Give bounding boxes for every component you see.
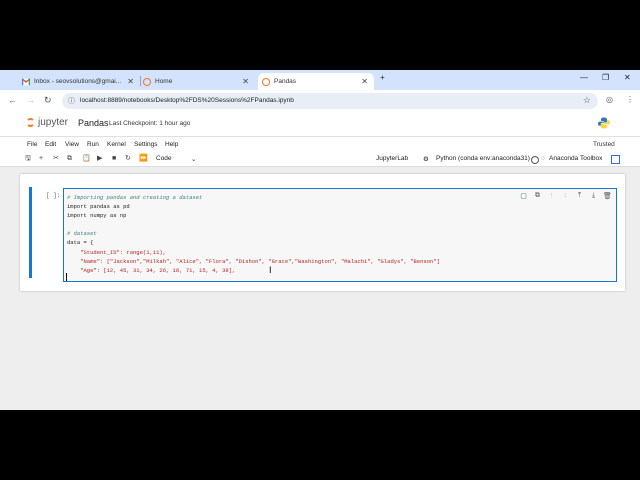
restore-icon[interactable]: ❐ — [602, 73, 609, 82]
menu-settings[interactable]: Settings — [134, 141, 158, 148]
save-icon[interactable]: 🖫 — [25, 155, 31, 163]
new-tab-button[interactable]: + — [380, 73, 385, 82]
extension-icon[interactable]: ◎ — [606, 95, 613, 104]
menu-kernel[interactable]: Kernel — [107, 141, 126, 148]
cell-type-value: Code — [156, 155, 172, 162]
notebook-name[interactable]: Pandas — [78, 118, 109, 128]
run-icon[interactable]: ▶ — [97, 155, 102, 163]
kernel-name[interactable]: Python (conda env:anaconda31) — [436, 155, 530, 162]
chevron-down-icon: ⌄ — [191, 156, 197, 163]
menu-edit[interactable]: Edit — [45, 141, 56, 148]
mouse-cursor-icon: I — [269, 265, 272, 275]
minimize-icon[interactable]: — — [580, 73, 588, 82]
browser-menu-icon[interactable]: ⋮ — [626, 95, 634, 104]
notebook-toolbar: 🖫 + ✂ ⧉ 📋 ▶ ■ ↻ ⏩ Code ⌄ JupyterLab ⚙ Py… — [0, 152, 640, 167]
cell-view-icon[interactable]: ▢ — [519, 192, 528, 200]
close-icon[interactable]: ✕ — [127, 77, 134, 86]
code-line: data = { — [67, 239, 94, 247]
active-cell-indicator — [29, 187, 32, 278]
back-icon[interactable]: ← — [8, 95, 17, 105]
close-icon[interactable]: ✕ — [242, 77, 249, 86]
tab-pandas[interactable]: Pandas ✕ — [258, 73, 374, 90]
url-text: localhost:8889/notebooks/Desktop%2FDS%20… — [80, 97, 294, 104]
browser-tab-strip: Inbox - seovsolutions@gmai... ✕ Home ✕ P… — [0, 70, 640, 90]
code-line: "Age": [12, 45, 31, 34, 26, 18, 71, 15, … — [67, 266, 236, 274]
python-logo-icon — [598, 117, 610, 129]
close-icon[interactable]: ✕ — [361, 77, 368, 86]
tab-title: Home — [155, 78, 173, 85]
trusted-indicator[interactable]: Trusted — [593, 141, 615, 148]
menu-view[interactable]: View — [65, 141, 79, 148]
kernel-idle-icon — [531, 156, 539, 164]
window-close-icon[interactable]: ✕ — [624, 73, 631, 82]
tab-gmail[interactable]: Inbox - seovsolutions@gmai... ✕ — [22, 73, 140, 90]
last-checkpoint: Last Checkpoint: 1 hour ago — [109, 120, 191, 127]
tab-home[interactable]: Home ✕ — [143, 73, 255, 90]
jupyter-tab-icon — [262, 77, 270, 86]
notebook-panel: [ ]: # Importing pandas and creating a d… — [20, 174, 625, 291]
menu-help[interactable]: Help — [165, 141, 178, 148]
bookmark-star-icon[interactable]: ☆ — [583, 95, 591, 106]
restart-icon[interactable]: ↻ — [125, 155, 131, 163]
delete-cell-icon[interactable]: 🗑 — [603, 192, 612, 200]
move-down-icon[interactable]: ↓ — [561, 192, 570, 200]
jupyter-logo-icon — [26, 118, 35, 127]
code-line: import pandas as pd — [67, 203, 130, 211]
cell-type-select[interactable]: Code ⌄ — [156, 155, 196, 163]
code-line: import numpy as np — [67, 212, 127, 220]
text-caret — [66, 273, 67, 281]
jupyter-logo-text: jupyter — [38, 117, 69, 128]
code-line: # dataset — [67, 230, 97, 238]
browser-toolbar: ← → ↻ ⓘ localhost:8889/notebooks/Desktop… — [0, 90, 640, 112]
code-line: # Importing pandas and creating a datase… — [67, 194, 203, 201]
code-line: "Student_ID": range(1,11), — [67, 248, 167, 256]
cut-icon[interactable]: ✂ — [53, 155, 59, 163]
kernel-status-icon: ⚙ — [423, 156, 429, 163]
property-inspector-icon[interactable] — [611, 155, 620, 164]
move-up-icon[interactable]: ↑ — [547, 192, 556, 200]
address-bar[interactable]: ⓘ localhost:8889/notebooks/Desktop%2FDS%… — [62, 93, 598, 109]
anaconda-icon: ◌ — [541, 155, 545, 162]
cell-toolbar: ▢ ⧉ ↑ ↓ ⤒ ⤓ 🗑 — [519, 192, 612, 200]
forward-icon[interactable]: → — [26, 95, 35, 105]
jupyter-logo[interactable]: jupyter — [26, 117, 68, 128]
tab-title: Inbox - seovsolutions@gmai... — [34, 78, 122, 85]
menu-bar: File Edit View Run Kernel Settings Help … — [0, 137, 640, 152]
insert-above-icon[interactable]: ⤒ — [575, 192, 584, 200]
anaconda-toolbox[interactable]: Anaconda Toolbox — [549, 155, 602, 162]
tab-title: Pandas — [274, 78, 297, 85]
menu-file[interactable]: File — [27, 141, 37, 148]
site-info-icon[interactable]: ⓘ — [68, 96, 75, 106]
reload-icon[interactable]: ↻ — [44, 95, 52, 106]
code-line: "Name": ["Jackson","Milkah", "Alice", "F… — [67, 257, 440, 265]
duplicate-cell-icon[interactable]: ⧉ — [533, 192, 542, 200]
notebook-area: [ ]: # Importing pandas and creating a d… — [0, 167, 640, 410]
gmail-icon — [22, 77, 30, 85]
jupyter-header: jupyter Pandas Last Checkpoint: 1 hour a… — [0, 112, 640, 137]
insert-cell-icon[interactable]: + — [39, 155, 43, 163]
insert-below-icon[interactable]: ⤓ — [589, 192, 598, 200]
code-cell-editor[interactable]: # Importing pandas and creating a datase… — [63, 188, 617, 282]
copy-icon[interactable]: ⧉ — [67, 155, 72, 163]
code-content[interactable]: # Importing pandas and creating a datase… — [67, 193, 440, 275]
paste-icon[interactable]: 📋 — [82, 155, 91, 163]
stop-icon[interactable]: ■ — [112, 155, 116, 163]
jupyterlab-link[interactable]: JupyterLab — [376, 155, 408, 162]
screen: Inbox - seovsolutions@gmai... ✕ Home ✕ P… — [0, 70, 640, 410]
cell-prompt: [ ]: — [46, 192, 61, 199]
restart-run-all-icon[interactable]: ⏩ — [139, 155, 148, 163]
menu-run[interactable]: Run — [87, 141, 99, 148]
jupyter-tab-icon — [143, 77, 151, 86]
tab-divider — [140, 76, 141, 86]
